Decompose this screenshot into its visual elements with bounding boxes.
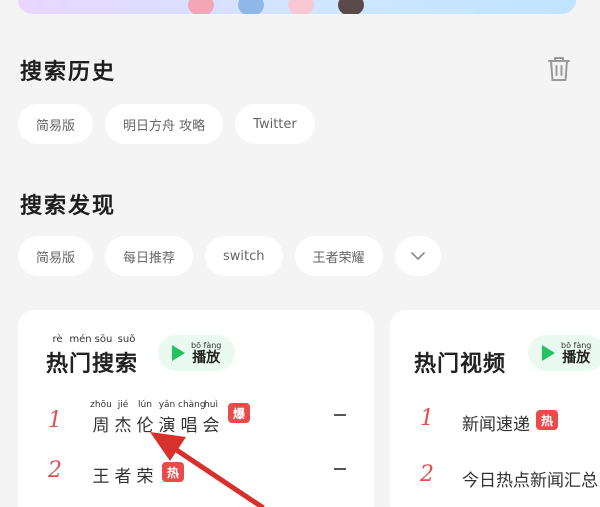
title-char: 热	[46, 352, 70, 377]
discover-chip[interactable]: 王者荣耀	[294, 236, 383, 276]
trash-icon[interactable]	[546, 55, 572, 83]
trend-flat-indicator	[334, 468, 346, 470]
rank-number: 1	[420, 406, 434, 431]
item-char: 唱	[180, 416, 198, 436]
history-chip-list: 简易版 明日方舟 攻略 Twitter	[18, 104, 315, 144]
pinyin-syllable: mén	[69, 334, 92, 345]
play-icon	[542, 345, 555, 361]
discover-chip[interactable]: switch	[205, 236, 283, 276]
history-chip[interactable]: Twitter	[235, 104, 315, 144]
item-char: 演	[158, 416, 176, 436]
play-label: 播放	[192, 349, 221, 366]
item-label: 今日热点新闻汇总	[462, 471, 598, 491]
rank-number: 2	[48, 458, 62, 483]
play-label: 播放	[562, 349, 591, 366]
pinyin-syllable: zhōu	[90, 400, 112, 410]
item-char: 周	[92, 416, 110, 436]
hot-search-play-button[interactable]: bō fàng 播放	[158, 335, 236, 371]
title-char: 门	[69, 352, 93, 377]
expand-button[interactable]	[394, 236, 441, 276]
item-char: 杰	[114, 416, 132, 436]
trend-flat-indicator	[334, 414, 346, 416]
item-text: 今日热点新闻汇总	[462, 466, 598, 491]
hot-tag-badge: 爆	[228, 403, 250, 423]
rank-number: 1	[48, 408, 62, 433]
hot-search-item[interactable]: 1 zhōu jié lún yǎn chàng huì 周 杰 伦 演 唱 会…	[18, 400, 374, 440]
discover-chip[interactable]: 简易版	[18, 236, 94, 276]
pinyin-syllable: rè	[52, 334, 63, 345]
item-char: 王	[92, 467, 110, 487]
trending-play-button[interactable]: bō fàng 播放	[528, 335, 600, 371]
history-chip[interactable]: 简易版	[18, 104, 94, 144]
discover-chip[interactable]: 每日推荐	[105, 236, 194, 276]
item-text: 新闻速递 热	[462, 410, 558, 435]
chevron-down-icon	[410, 252, 425, 260]
trending-item[interactable]: 2 今日热点新闻汇总	[390, 462, 600, 502]
title-char: 索	[115, 352, 139, 377]
item-label: 新闻速递	[462, 415, 530, 435]
pinyin-syllable: suǒ	[117, 334, 136, 345]
hot-tag-badge: 热	[162, 462, 184, 482]
discover-chip-list: 简易版 每日推荐 switch 王者荣耀	[18, 236, 441, 276]
item-text: 王 者 荣 热	[90, 462, 184, 487]
history-title: 搜索历史	[20, 60, 117, 85]
item-char: 伦	[136, 416, 154, 436]
play-pinyin: bō fàng	[191, 340, 222, 350]
play-pinyin: bō fàng	[561, 340, 592, 350]
hot-search-card: rè mén sōu suǒ 热 门 搜 索 bō fàng 播放 1 zhōu…	[18, 310, 374, 507]
pinyin-syllable: huì	[204, 400, 218, 410]
pinyin-syllable: yǎn	[158, 400, 176, 410]
item-text: 周 杰 伦 演 唱 会 爆	[90, 403, 250, 436]
hot-search-item[interactable]: 2 王 者 荣 热	[18, 458, 374, 498]
banner-illustration	[168, 0, 388, 14]
item-pinyin: zhōu jié lún yǎn chàng huì	[90, 400, 250, 411]
hot-search-title-pinyin: rè mén sōu suǒ	[46, 334, 138, 346]
play-icon	[172, 345, 185, 361]
hot-search-heading: rè mén sōu suǒ 热 门 搜 索	[46, 334, 138, 378]
item-char: 会	[202, 416, 220, 436]
pinyin-syllable: jié	[117, 400, 129, 410]
pinyin-syllable: lún	[138, 400, 152, 410]
item-char: 荣	[136, 467, 154, 487]
hot-tag-badge: 热	[536, 410, 558, 430]
trending-item[interactable]: 1 新闻速递 热	[390, 406, 600, 446]
hot-search-title: 热 门 搜 索	[46, 346, 138, 378]
top-banner[interactable]	[18, 0, 576, 14]
pinyin-syllable: chàng	[178, 400, 206, 410]
discover-title: 搜索发现	[20, 194, 117, 219]
trending-card: 热门视频 bō fàng 播放 1 新闻速递 热 2 今日热点新闻汇总	[390, 310, 600, 507]
rank-number: 2	[420, 462, 434, 487]
trending-title: 热门视频	[414, 352, 507, 377]
item-char: 者	[114, 467, 132, 487]
title-char: 搜	[92, 352, 116, 377]
pinyin-syllable: sōu	[94, 334, 113, 345]
history-chip[interactable]: 明日方舟 攻略	[105, 104, 224, 144]
